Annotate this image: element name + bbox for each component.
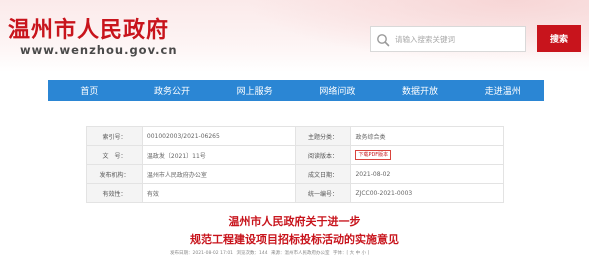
view-count: 浏览次数：144 <box>236 251 268 256</box>
site-title[interactable]: 温州市人民政府 <box>8 12 169 44</box>
table-row: 索引号： 001002003/2021-06265 主题分类： 政务综合类 <box>86 126 504 146</box>
document-meta-table: 索引号： 001002003/2021-06265 主题分类： 政务综合类 文 … <box>86 126 504 203</box>
nav-item-online-services[interactable]: 网上服务 <box>213 84 296 97</box>
search-icon <box>376 32 390 47</box>
document-title-line1: 温州市人民政府关于进一步 <box>228 215 361 228</box>
meta-value: 政务综合类 <box>350 126 504 146</box>
meta-label: 有效性： <box>86 183 143 203</box>
search-box[interactable] <box>370 26 526 52</box>
meta-value-cell: 下载PDF版本 <box>350 145 504 165</box>
nav-item-about-wenzhou[interactable]: 走进温州 <box>461 84 544 97</box>
source: 来源：温州市人民政府办公室 <box>271 251 330 256</box>
table-row: 发布机构： 温州市人民政府办公室 成文日期： 2021-08-02 <box>86 164 504 184</box>
site-url: www.wenzhou.gov.cn <box>20 43 178 57</box>
meta-value: 温政发〔2021〕11号 <box>141 145 296 165</box>
meta-label: 阅读版本： <box>294 145 352 165</box>
search-button[interactable]: 搜索 <box>537 25 581 52</box>
meta-label: 成文日期： <box>294 164 352 184</box>
meta-value: 温州市人民政府办公室 <box>141 164 296 184</box>
meta-label: 文 号： <box>86 145 143 165</box>
table-row: 文 号： 温政发〔2021〕11号 阅读版本： 下载PDF版本 <box>86 145 504 165</box>
publish-date: 发布日期：2021-08-02 17:01 <box>170 251 234 256</box>
nav-item-open-data[interactable]: 数据开放 <box>379 84 462 97</box>
meta-value: 2021-08-02 <box>350 164 504 184</box>
meta-value: ZJCC00-2021-0003 <box>350 183 504 203</box>
meta-label: 统一编号： <box>294 183 352 203</box>
meta-value: 001002003/2021-06265 <box>141 126 296 146</box>
site-header: 温州市人民政府 www.wenzhou.gov.cn 搜索 <box>0 0 589 72</box>
nav-item-home[interactable]: 首页 <box>48 84 131 97</box>
download-pdf-badge[interactable]: 下载PDF版本 <box>355 150 392 160</box>
nav-item-online-inquiry[interactable]: 网络问政 <box>296 84 379 97</box>
meta-label: 索引号： <box>86 126 143 146</box>
table-row: 有效性： 有效 统一编号： ZJCC00-2021-0003 <box>86 183 504 203</box>
main-nav: 首页 政务公开 网上服务 网络问政 数据开放 走进温州 <box>48 80 544 101</box>
meta-value: 有效 <box>141 183 296 203</box>
nav-item-government-affairs[interactable]: 政务公开 <box>131 84 214 97</box>
font-size-switcher[interactable]: 字体：[ 大 中 小 ] <box>333 251 369 256</box>
search-input[interactable] <box>395 30 523 48</box>
meta-label: 主题分类： <box>294 126 352 146</box>
document-title-line2: 规范工程建设项目招标投标活动的实施意见 <box>190 233 399 246</box>
meta-label: 发布机构： <box>86 164 143 184</box>
document-info-line: 发布日期：2021-08-02 17:01 浏览次数：144 来源：温州市人民政… <box>170 250 440 256</box>
